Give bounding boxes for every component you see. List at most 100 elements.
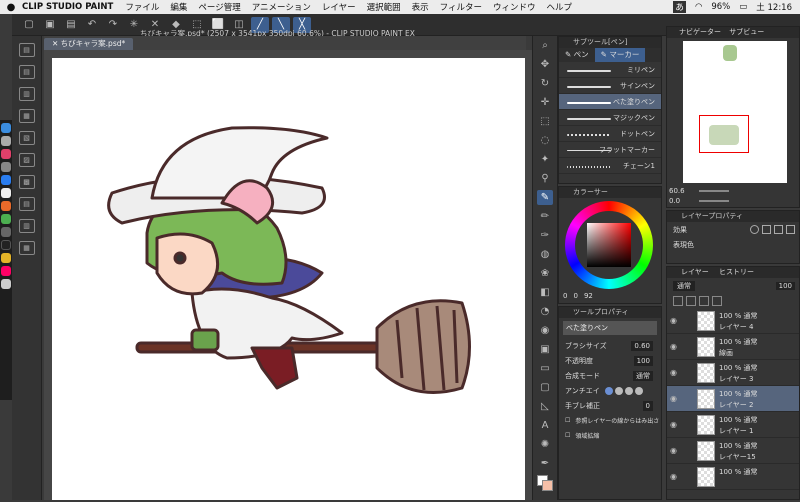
zoom-value[interactable]: 60.6: [669, 187, 685, 195]
gradient-tool-icon[interactable]: ▣: [537, 342, 553, 357]
menu-window[interactable]: ウィンドウ: [493, 1, 536, 13]
panel-toggle-icon[interactable]: ▥: [18, 219, 35, 233]
area-scaling-row[interactable]: ☐ 領域拡縮: [559, 428, 661, 443]
app-icon[interactable]: [1, 227, 11, 237]
rotate-slider[interactable]: [699, 200, 729, 202]
lasso-tool-icon[interactable]: ◌: [537, 133, 553, 148]
eyedropper-icon[interactable]: ⚲: [537, 171, 553, 186]
rotate-value[interactable]: 0.0: [669, 197, 680, 205]
eye-icon[interactable]: ◉: [670, 420, 677, 429]
eye-icon[interactable]: ◉: [670, 472, 677, 481]
brush-item[interactable]: サインペン: [559, 78, 661, 94]
menu-help[interactable]: ヘルプ: [547, 1, 573, 13]
brush-item[interactable]: ミリペン: [559, 62, 661, 78]
browser-icon[interactable]: [1, 214, 11, 224]
new-folder-icon[interactable]: [686, 295, 696, 306]
sub-color-swatch[interactable]: [542, 480, 553, 491]
magic-wand-icon[interactable]: ✦: [537, 152, 553, 167]
battery-icon[interactable]: ▭: [739, 2, 747, 12]
expression-color-row[interactable]: 表現色: [667, 237, 799, 252]
decoration-tool-icon[interactable]: ❀: [537, 266, 553, 281]
panel-toggle-icon[interactable]: ▦: [18, 241, 35, 255]
tab-history[interactable]: ヒストリー: [711, 268, 754, 276]
zoom-slider[interactable]: [699, 190, 729, 192]
tab-subview[interactable]: サブビュー: [723, 28, 764, 36]
appstore-icon[interactable]: [1, 175, 11, 185]
undo-icon[interactable]: ↶: [83, 17, 101, 33]
brush-item[interactable]: チェーン1: [559, 158, 661, 174]
panel-toggle-icon[interactable]: ▤: [18, 43, 35, 57]
correct-line-icon[interactable]: ✒: [537, 456, 553, 471]
pen-tool-icon[interactable]: ✎: [537, 190, 553, 205]
music-icon[interactable]: [1, 149, 11, 159]
frame-tool-icon[interactable]: ▢: [537, 380, 553, 395]
tab-pen[interactable]: ✎ ペン: [559, 48, 595, 62]
menu-animation[interactable]: アニメーション: [252, 1, 311, 13]
menu-layer[interactable]: レイヤー: [322, 1, 356, 13]
menu-page[interactable]: ページ管理: [198, 1, 240, 13]
effect-row[interactable]: 効果: [667, 222, 799, 237]
trash-icon[interactable]: [1, 279, 11, 289]
menu-edit[interactable]: 編集: [170, 1, 187, 13]
apple-icon[interactable]: ●: [0, 2, 22, 13]
terminal-icon[interactable]: [1, 240, 11, 250]
layer-blend-select[interactable]: 通常: [673, 280, 695, 291]
panel-toggle-icon[interactable]: ▩: [18, 175, 35, 189]
balloon-tool-icon[interactable]: ✺: [537, 437, 553, 452]
photos-icon[interactable]: [1, 266, 11, 276]
tab-navigator[interactable]: ナビゲーター: [667, 28, 721, 36]
wifi-icon[interactable]: ◠: [695, 2, 702, 12]
brush-item[interactable]: マジックペン: [559, 110, 661, 126]
launchpad-icon[interactable]: [1, 136, 11, 146]
panel-toggle-icon[interactable]: ▧: [18, 131, 35, 145]
eraser-tool-icon[interactable]: ◧: [537, 285, 553, 300]
finder-icon[interactable]: [1, 123, 11, 133]
layer-row[interactable]: ◉ 100 % 通常 レイヤー 1: [667, 412, 799, 438]
saturation-box[interactable]: [587, 223, 631, 267]
layer-row[interactable]: ◉ 100 % 通常: [667, 464, 799, 490]
panel-toggle-icon[interactable]: ▨: [18, 153, 35, 167]
pencil-tool-icon[interactable]: ✏: [537, 209, 553, 224]
canvas-paper[interactable]: [52, 58, 525, 500]
antialias-row[interactable]: アンチエイ: [559, 383, 661, 398]
redo-icon[interactable]: ↷: [104, 17, 122, 33]
navigator-preview[interactable]: [683, 41, 787, 183]
layer-row-selected[interactable]: ◉ 100 % 通常 レイヤー 2: [667, 386, 799, 412]
hue-ring[interactable]: [565, 201, 653, 289]
menu-selection[interactable]: 選択範囲: [367, 1, 401, 13]
firefox-icon[interactable]: [1, 201, 11, 211]
rotate-tool-icon[interactable]: ↻: [537, 76, 553, 91]
settings-icon[interactable]: [1, 162, 11, 172]
menu-view[interactable]: 表示: [412, 1, 429, 13]
tab-marker[interactable]: ✎ マーカー: [594, 48, 646, 62]
input-method-icon[interactable]: あ: [673, 1, 686, 13]
menu-filter[interactable]: フィルター: [440, 1, 482, 13]
calendar-icon[interactable]: [1, 188, 11, 198]
panel-toggle-icon[interactable]: ▤: [18, 197, 35, 211]
eye-icon[interactable]: ◉: [670, 446, 677, 455]
panel-toggle-icon[interactable]: ▦: [18, 109, 35, 123]
layer-row[interactable]: ◉ 100 % 通常 レイヤー15: [667, 438, 799, 464]
eye-icon[interactable]: ◉: [670, 368, 677, 377]
stabilization-row[interactable]: 手ブレ補正 0: [559, 398, 661, 413]
select-tool-icon[interactable]: ⬚: [537, 114, 553, 129]
brush-tool-icon[interactable]: ✑: [537, 228, 553, 243]
layer-row[interactable]: ◉ 100 % 通常 線画: [667, 334, 799, 360]
app-name[interactable]: CLIP STUDIO PAINT: [22, 2, 113, 12]
airbrush-tool-icon[interactable]: ◍: [537, 247, 553, 262]
layer-blend-row[interactable]: 通常 100: [667, 278, 799, 293]
clock[interactable]: 土 12:16: [756, 1, 792, 13]
close-icon[interactable]: ✕: [52, 39, 61, 48]
delete-layer-icon[interactable]: [712, 295, 722, 306]
brush-item[interactable]: フラットマーカー: [559, 142, 661, 158]
move-tool-icon[interactable]: ✥: [537, 57, 553, 72]
new-icon[interactable]: ▢: [20, 17, 38, 33]
panel-toggle-icon[interactable]: ▥: [18, 87, 35, 101]
open-icon[interactable]: ▣: [41, 17, 59, 33]
eye-icon[interactable]: ◉: [670, 342, 677, 351]
brush-item[interactable]: ドットペン: [559, 126, 661, 142]
mask-icon[interactable]: [699, 295, 709, 306]
chrome-icon[interactable]: [1, 253, 11, 263]
fill-tool-icon[interactable]: ◉: [537, 323, 553, 338]
eye-icon[interactable]: ◉: [670, 394, 677, 403]
